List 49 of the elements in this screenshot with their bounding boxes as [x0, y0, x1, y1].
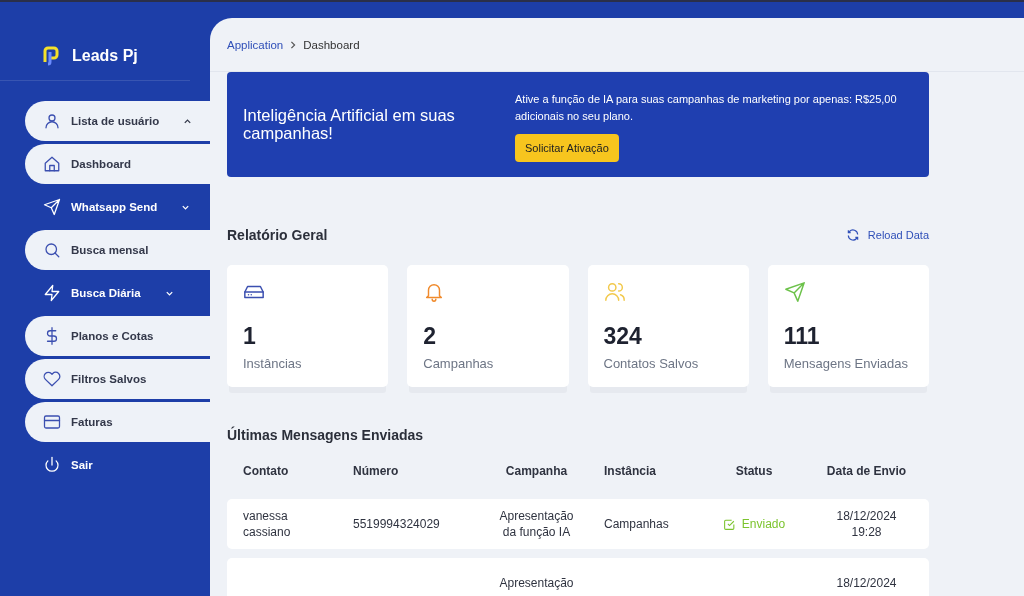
banner-text: Ative a função de IA para suas campanhas de marketing por apenas: R$25,00 adicionais no seu plano.	[515, 92, 898, 124]
column-header: Contato	[243, 464, 289, 478]
status-label: Enviado	[722, 515, 786, 533]
column-header: Status	[735, 464, 773, 478]
section-title: Relatório Geral	[227, 227, 328, 243]
checkbox-icon	[722, 517, 736, 531]
column-header: Data de Envio	[826, 464, 907, 478]
stat-label: Mensagens Enviadas	[783, 356, 910, 371]
stat-label: Contatos Salvos	[603, 356, 700, 371]
breadcrumb-separator-icon	[289, 40, 298, 49]
logo-icon	[42, 46, 62, 66]
table-cell: 18/12/2024	[836, 574, 897, 592]
sidebar-item[interactable]: Lista de usuário	[25, 101, 210, 141]
column-header: Campanha	[505, 464, 568, 478]
stat-value: 1	[243, 323, 257, 350]
sidebar-item[interactable]: Faturas	[25, 402, 210, 442]
stat-value: 2	[423, 323, 438, 350]
banner-title: Inteligência Artificial em suas campanhas!	[243, 107, 456, 142]
send-icon	[43, 198, 61, 216]
sidebar-item[interactable]: Dashboard	[25, 144, 210, 184]
sidebar-item[interactable]: Busca mensal	[25, 230, 210, 270]
breadcrumb-link[interactable]: Application	[227, 38, 284, 51]
brand-name: Leads Pj	[72, 47, 138, 65]
table-cell: 5519994324029	[353, 515, 440, 533]
column-header: Número	[353, 464, 399, 478]
heart-icon	[43, 370, 61, 388]
column-header: Instância	[604, 464, 657, 478]
power-icon	[43, 456, 61, 474]
table-cell: Campanhas	[604, 515, 669, 533]
table-cell-text: vanessa cassiano	[243, 507, 292, 541]
stat-value: 111	[783, 323, 821, 350]
table-cell-text: 18/12/2024 19:28	[835, 507, 898, 541]
stat-label: Campanhas	[423, 356, 495, 371]
card-icon	[43, 413, 61, 431]
user-icon	[43, 112, 61, 130]
sidebar-item[interactable]: Filtros Salvos	[25, 359, 210, 399]
section-title: Últimas Mensagens Enviadas	[227, 427, 425, 443]
lightning-icon	[43, 284, 61, 302]
stat-value: 324	[603, 323, 643, 350]
table-cell: Apresentação	[499, 574, 574, 592]
table-cell-text: Apresentação da função IA	[498, 507, 575, 541]
activation-button[interactable]: Solicitar Ativação	[515, 134, 619, 162]
stat-label: Instâncias	[243, 356, 303, 371]
refresh-icon	[845, 228, 860, 242]
breadcrumb-page[interactable]: Dashboard	[303, 38, 360, 51]
search-icon	[43, 241, 61, 259]
reload-link[interactable]: Reload Data	[845, 228, 929, 242]
home-icon	[43, 155, 61, 173]
sidebar-item[interactable]: Planos e Cotas	[25, 316, 210, 356]
